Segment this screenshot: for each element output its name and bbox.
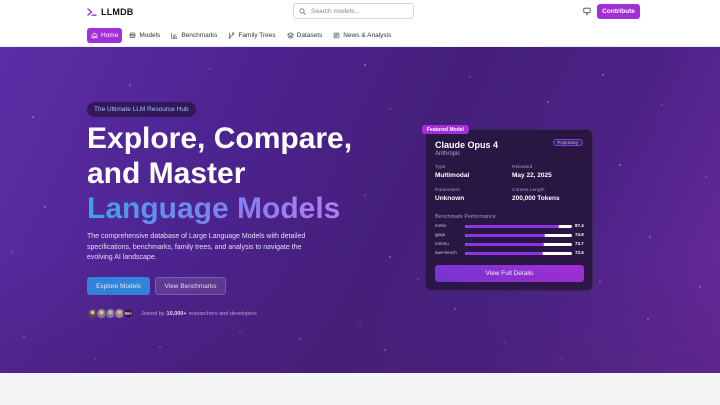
benchmark-bar-track bbox=[465, 242, 572, 246]
benchmark-bar-track bbox=[465, 233, 572, 237]
nav-item-label: Benchmarks bbox=[181, 32, 218, 39]
headline-line-2: and Master bbox=[87, 157, 246, 190]
benchmark-bar-fill bbox=[465, 242, 544, 246]
headline-line-3: Language Models bbox=[87, 191, 352, 226]
benchmark-bar-track bbox=[465, 251, 572, 255]
benchmark-bar-fill bbox=[465, 233, 546, 237]
model-name: Claude Opus 4 bbox=[435, 140, 499, 150]
explore-models-button[interactable]: Explore Models bbox=[87, 277, 150, 295]
search-input[interactable] bbox=[311, 7, 411, 15]
view-full-details-button[interactable]: View Full Details bbox=[435, 265, 584, 282]
theme-toggle-button[interactable] bbox=[582, 6, 591, 15]
logo[interactable]: LLMDB bbox=[87, 5, 134, 19]
benchmark-bar-track bbox=[465, 224, 572, 228]
benchmark-value: 87.4 bbox=[575, 223, 584, 228]
hero-section: The Ultimate LLM Resource Hub Explore, C… bbox=[0, 47, 720, 373]
model-provider: Anthropic bbox=[435, 151, 461, 157]
avatar bbox=[87, 308, 98, 319]
logo-text: LLMDB bbox=[101, 7, 134, 17]
bar-chart-icon bbox=[171, 32, 178, 39]
benchmark-name: mmlu bbox=[435, 223, 446, 228]
hero-description: The comprehensive database of Large Lang… bbox=[87, 233, 306, 261]
parameters-value: Unknown bbox=[435, 195, 465, 202]
context-length-label: Context Length bbox=[512, 188, 545, 193]
featured-model-badge: Featured Model bbox=[422, 125, 469, 134]
nav-item-label: News & Analysis bbox=[343, 32, 392, 39]
benchmark-name: swe-bench bbox=[435, 250, 457, 255]
released-label: Released bbox=[512, 165, 533, 170]
newspaper-icon bbox=[334, 32, 340, 39]
context-length-value: 200,000 Tokens bbox=[512, 195, 560, 202]
search-box[interactable] bbox=[293, 3, 414, 19]
benchmark-row: mmlu 87.4 bbox=[435, 223, 585, 229]
benchmark-row: gpqa 74.9 bbox=[435, 232, 585, 238]
next-section bbox=[0, 373, 720, 405]
joined-suffix: researchers and developers bbox=[188, 310, 257, 317]
benchmark-row: mmmu 73.7 bbox=[435, 241, 585, 247]
main-nav: Home Models Benchmarks Family Trees Data… bbox=[87, 28, 395, 43]
nav-item-news[interactable]: News & Analysis bbox=[329, 28, 395, 43]
benchmark-row: swe-bench 72.5 bbox=[435, 250, 585, 256]
headline-line-1: Explore, Compare, bbox=[87, 122, 353, 155]
layers-icon bbox=[286, 32, 294, 39]
database-icon bbox=[130, 32, 136, 38]
nav-item-label: Models bbox=[139, 32, 161, 39]
benchmark-title: Benchmark Performance bbox=[435, 214, 496, 220]
benchmark-value: 73.7 bbox=[575, 241, 584, 246]
terminal-icon bbox=[87, 8, 97, 16]
hero-headline: Explore, Compare, and Master Language Mo… bbox=[87, 121, 352, 226]
benchmark-bar-fill bbox=[465, 251, 543, 255]
monitor-icon bbox=[582, 7, 591, 15]
git-branch-icon bbox=[229, 32, 235, 39]
type-label: Type bbox=[435, 165, 446, 170]
nav-item-datasets[interactable]: Datasets bbox=[283, 28, 327, 43]
nav-item-family-trees[interactable]: Family Trees bbox=[224, 28, 279, 43]
benchmark-value: 72.5 bbox=[575, 250, 584, 255]
search-icon bbox=[299, 7, 306, 15]
benchmark-name: mmmu bbox=[435, 241, 449, 246]
home-icon bbox=[91, 32, 98, 39]
parameters-label: Parameters bbox=[435, 188, 460, 193]
tagline-badge: The Ultimate LLM Resource Hub bbox=[87, 102, 196, 117]
benchmark-bar-fill bbox=[465, 224, 559, 228]
joined-prefix: Joined by bbox=[141, 310, 165, 317]
avatar bbox=[105, 308, 116, 319]
benchmark-name: gpqa bbox=[435, 232, 446, 237]
contribute-button[interactable]: Contribute bbox=[597, 4, 640, 19]
view-benchmarks-button[interactable]: View Benchmarks bbox=[155, 277, 226, 295]
released-value: May 22, 2025 bbox=[512, 172, 552, 179]
nav-item-benchmarks[interactable]: Benchmarks bbox=[167, 28, 221, 43]
avatar bbox=[114, 308, 125, 319]
nav-item-home[interactable]: Home bbox=[87, 28, 123, 43]
type-value: Multimodal bbox=[435, 172, 470, 179]
avatar-group: 99+ bbox=[87, 308, 134, 319]
nav-item-models[interactable]: Models bbox=[125, 28, 164, 43]
site-header: LLMDB Contribute Home Models Benchmarks bbox=[0, 0, 720, 47]
license-badge: Proprietary bbox=[552, 139, 583, 146]
avatar bbox=[96, 308, 107, 319]
featured-model-card: Claude Opus 4 Anthropic Proprietary Type… bbox=[425, 129, 593, 291]
nav-item-label: Datasets bbox=[296, 32, 323, 39]
nav-item-label: Home bbox=[101, 32, 119, 39]
joined-text: Joined by 10,000+ researchers and develo… bbox=[141, 308, 257, 319]
benchmark-value: 74.9 bbox=[575, 232, 584, 237]
nav-item-label: Family Trees bbox=[238, 32, 276, 39]
joined-count: 10,000+ bbox=[166, 310, 187, 317]
avatar-more-count: 99+ bbox=[123, 308, 134, 319]
